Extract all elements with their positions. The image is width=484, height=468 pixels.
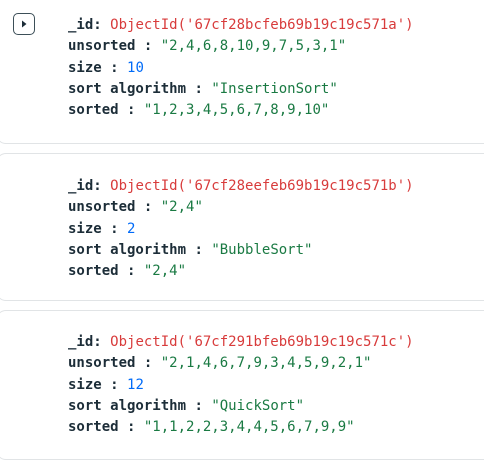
field-key: unsorted — [68, 199, 136, 216]
field-value: "QuickSort" — [211, 397, 305, 414]
field-row-size: size : 2 — [68, 220, 136, 237]
field-value: "1,2,3,4,5,6,7,8,9,10" — [143, 102, 330, 119]
field-row-unsorted: unsorted : "2,4" — [68, 199, 203, 216]
field-row-id: _id: ObjectId('67cf28eefeb69b19c19c571b'… — [68, 178, 414, 194]
document-card-1[interactable]: _id: ObjectId('67cf28bcfeb69b19c19c571a'… — [0, 0, 484, 144]
field-value: "2,4,6,8,10,9,7,5,3,1" — [160, 38, 347, 55]
field-row-unsorted: unsorted : "2,1,4,6,7,9,3,4,5,9,2,1" — [68, 355, 372, 372]
field-row-size: size : 12 — [68, 376, 144, 393]
field-key: size — [68, 220, 102, 237]
field-value: "2,1,4,6,7,9,3,4,5,9,2,1" — [160, 355, 372, 372]
field-value: 10 — [127, 59, 144, 76]
field-value: "InsertionSort" — [211, 80, 338, 97]
field-value: "2,4" — [143, 263, 187, 280]
field-row-size: size : 10 — [68, 59, 144, 76]
field-key: size — [68, 376, 102, 393]
field-row-sort-algorithm: sort algorithm : "BubbleSort" — [68, 241, 313, 258]
field-value: "1,1,2,2,3,4,4,5,6,7,9,9" — [143, 419, 355, 436]
field-row-sorted: sorted : "1,1,2,2,3,4,4,5,6,7,9,9" — [68, 419, 355, 436]
field-row-sort-algorithm: sort algorithm : "QuickSort" — [68, 397, 305, 414]
field-row-unsorted: unsorted : "2,4,6,8,10,9,7,5,3,1" — [68, 38, 347, 55]
field-key: sort algorithm — [68, 397, 187, 414]
field-value: "2,4" — [160, 199, 203, 216]
field-value: 2 — [127, 220, 136, 237]
field-key: _id — [68, 334, 94, 350]
field-key: unsorted — [68, 355, 136, 372]
field-value: ObjectId('67cf28bcfeb69b19c19c571a') — [110, 17, 414, 33]
document-card-2[interactable]: _id: ObjectId('67cf28eefeb69b19c19c571b'… — [0, 153, 484, 301]
expand-document-button[interactable] — [13, 13, 35, 35]
field-row-id: _id: ObjectId('67cf291bfeb69b19c19c571c'… — [68, 334, 414, 350]
field-row-sort-algorithm: sort algorithm : "InsertionSort" — [68, 80, 338, 97]
field-key: _id — [68, 17, 94, 33]
field-key: unsorted — [68, 38, 136, 55]
field-key: _id — [68, 178, 94, 194]
field-value: ObjectId('67cf291bfeb69b19c19c571c') — [110, 334, 414, 350]
field-row-id: _id: ObjectId('67cf28bcfeb69b19c19c571a'… — [68, 17, 414, 33]
field-value: "BubbleSort" — [211, 241, 313, 258]
field-key: sort algorithm — [68, 80, 187, 97]
caret-right-icon — [20, 20, 28, 28]
field-key: sorted — [68, 263, 119, 280]
field-value: 12 — [127, 376, 144, 393]
field-key: sorted — [68, 419, 119, 436]
document-card-3[interactable]: _id: ObjectId('67cf291bfeb69b19c19c571c'… — [0, 310, 484, 460]
field-row-sorted: sorted : "1,2,3,4,5,6,7,8,9,10" — [68, 102, 330, 119]
field-row-sorted: sorted : "2,4" — [68, 263, 187, 280]
field-value: ObjectId('67cf28eefeb69b19c19c571b') — [110, 178, 414, 194]
field-key: sorted — [68, 102, 119, 119]
field-key: sort algorithm — [68, 241, 187, 258]
field-key: size — [68, 59, 102, 76]
